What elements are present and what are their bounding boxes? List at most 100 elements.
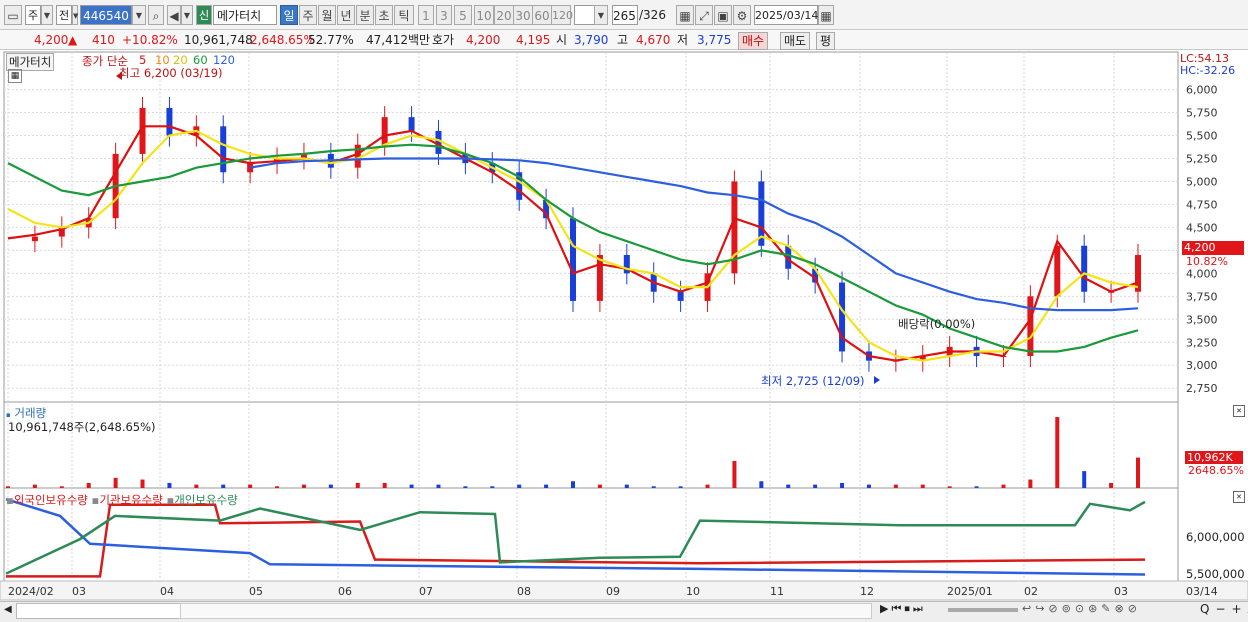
candle-body (1081, 245, 1088, 292)
low-price: 3,775 (697, 33, 732, 47)
candle-body (839, 282, 846, 352)
period-month-button[interactable]: 월 (318, 5, 336, 25)
save-icon[interactable]: ▣ (714, 5, 732, 25)
minute-3-button[interactable]: 3 (436, 5, 452, 25)
hc-label: HC:-32.26 (1180, 64, 1236, 77)
volume-bar (732, 460, 737, 488)
chart-area[interactable]: 2024/02 03 04 05 06 07 08 09 10 11 12 2025/01 02 03 03… (0, 50, 1248, 622)
speaker-icon[interactable]: ◀ (167, 5, 181, 25)
minute-20-button[interactable]: 20 (494, 5, 514, 25)
period-year-button[interactable]: 년 (337, 5, 355, 25)
period-second-button[interactable]: 초 (375, 5, 393, 25)
period-day-button[interactable]: 일 (280, 5, 298, 25)
minute-120-button[interactable]: 120 (551, 5, 573, 25)
playback-controls[interactable]: ▶⏮⏹⏭ (880, 602, 926, 616)
volume-bar (544, 484, 549, 488)
x-tick-label: 04 (160, 585, 174, 598)
minute-30-button[interactable]: 30 (513, 5, 533, 25)
stock-name: 메가터치 (213, 5, 277, 25)
volume-bar (1136, 457, 1140, 488)
calendar-icon[interactable]: ▦ (818, 5, 834, 25)
x-end-label: 03/14 (1186, 585, 1218, 598)
volume-bar (248, 484, 253, 488)
toolbar: ▭ 주 ▼ 전 ▼ 446540 ▼ ⌕ ◀ ▼ 신 메가터치 일 주 월 년 … (0, 0, 1248, 30)
candle-body (596, 254, 603, 301)
settings-icon[interactable]: ⚙ (733, 5, 751, 25)
buy-button[interactable]: 매수 (738, 32, 769, 50)
legend-marker-icon: ▪ (6, 493, 14, 507)
date-input[interactable]: 2025/03/14 (754, 5, 818, 25)
market-dropdown-icon[interactable]: ▼ (41, 5, 53, 25)
volume-bar (59, 486, 64, 488)
y-tick-label: 5,500 (1186, 130, 1218, 143)
minute-5-button[interactable]: 5 (454, 5, 472, 25)
y-tick-label: 5,000 (1186, 175, 1218, 188)
chart-svg: 2024/02 03 04 05 06 07 08 09 10 11 12 2025/01 02 03 03… (0, 51, 1248, 601)
candle-body (677, 291, 684, 301)
scrollbar-thumb[interactable] (180, 603, 872, 619)
code-input[interactable]: 446540 (80, 5, 132, 25)
volume-bar (759, 481, 764, 488)
volume-close-icon[interactable]: ✕ (1233, 405, 1245, 417)
minute-60-button[interactable]: 60 (532, 5, 552, 25)
zoom-slider[interactable] (948, 608, 1018, 612)
type-dropdown-icon[interactable]: ▼ (72, 5, 78, 25)
window-icon[interactable]: ▭ (4, 5, 22, 25)
period-week-button[interactable]: 주 (299, 5, 317, 25)
volume-bar (840, 482, 845, 488)
change-pct: +10.82% (122, 33, 178, 47)
period-minute-button[interactable]: 분 (356, 5, 374, 25)
type-select[interactable]: 전 (56, 5, 72, 25)
speaker-dropdown-icon[interactable]: ▼ (181, 5, 193, 25)
y-tick-label: 3,000 (1186, 359, 1218, 372)
volume-bar (328, 484, 333, 488)
count-input[interactable]: 265 (612, 5, 638, 25)
volume-bar (1028, 479, 1033, 488)
search-icon[interactable]: ⌕ (148, 5, 164, 25)
volume-bar (463, 486, 468, 488)
scrollbar-track[interactable] (16, 603, 182, 619)
resize-icon[interactable]: ⤢ (695, 5, 713, 25)
x-tick-label: 2024/02 (8, 585, 54, 598)
volume-bar (167, 482, 172, 488)
holdings-close-icon[interactable]: ✕ (1233, 491, 1245, 503)
scroll-left-icon[interactable]: ◀ (4, 604, 12, 615)
high-price: 4,670 (636, 33, 671, 47)
foreign-holdings-legend: 외국인보유수량 (13, 493, 88, 507)
y-tick-label: 4,750 (1186, 198, 1218, 211)
tool-icons[interactable]: ↩↪⊘⊚⊙⊛✎⊗⊘ (1022, 602, 1141, 615)
volume-bar (436, 484, 441, 488)
institution-holdings-legend: 기관보유수량 (99, 493, 163, 507)
period-tick-button[interactable]: 틱 (394, 5, 414, 25)
y-tick-label: 2,750 (1186, 382, 1218, 395)
open-price: 3,790 (574, 33, 609, 47)
minute-1-button[interactable]: 1 (418, 5, 434, 25)
volume-bar (597, 484, 602, 488)
volume-bar (86, 482, 91, 488)
sell-button[interactable]: 매도 (780, 32, 811, 50)
volume-bar (140, 479, 145, 488)
amount: 47,412백만 (366, 33, 431, 47)
y-tick-label: 4,000 (1186, 267, 1218, 280)
volume-bar (221, 484, 226, 488)
price: 4,200 (34, 33, 69, 47)
volume-bar (409, 484, 414, 488)
volume-bar (6, 486, 10, 488)
minute-10-button[interactable]: 10 (474, 5, 494, 25)
eval-button[interactable]: 평 (816, 32, 836, 50)
volume-bar (624, 484, 629, 488)
volume-bar (866, 484, 871, 488)
market-select[interactable]: 주 (25, 5, 41, 25)
code-dropdown-icon[interactable]: ▼ (132, 5, 146, 25)
y-tick-label: 5,750 (1186, 107, 1218, 120)
candle-body (1027, 296, 1034, 357)
low-annotation: 최저 2,725 (12/09) (761, 374, 865, 388)
zoom-controls[interactable]: Q−+A (1200, 602, 1248, 616)
candle-body (1054, 245, 1061, 297)
individual-holdings-legend: 개인보유수량 (174, 493, 238, 507)
custom-period-dropdown-icon[interactable]: ▼ (594, 5, 608, 25)
table-icon[interactable]: ▦ (8, 69, 22, 83)
quote-bar: 4,200 ▲ 410 +10.82% 10,961,748 2,648.65%… (0, 30, 1248, 50)
volume-bar (786, 484, 791, 488)
grid-icon[interactable]: ▦ (676, 5, 694, 25)
